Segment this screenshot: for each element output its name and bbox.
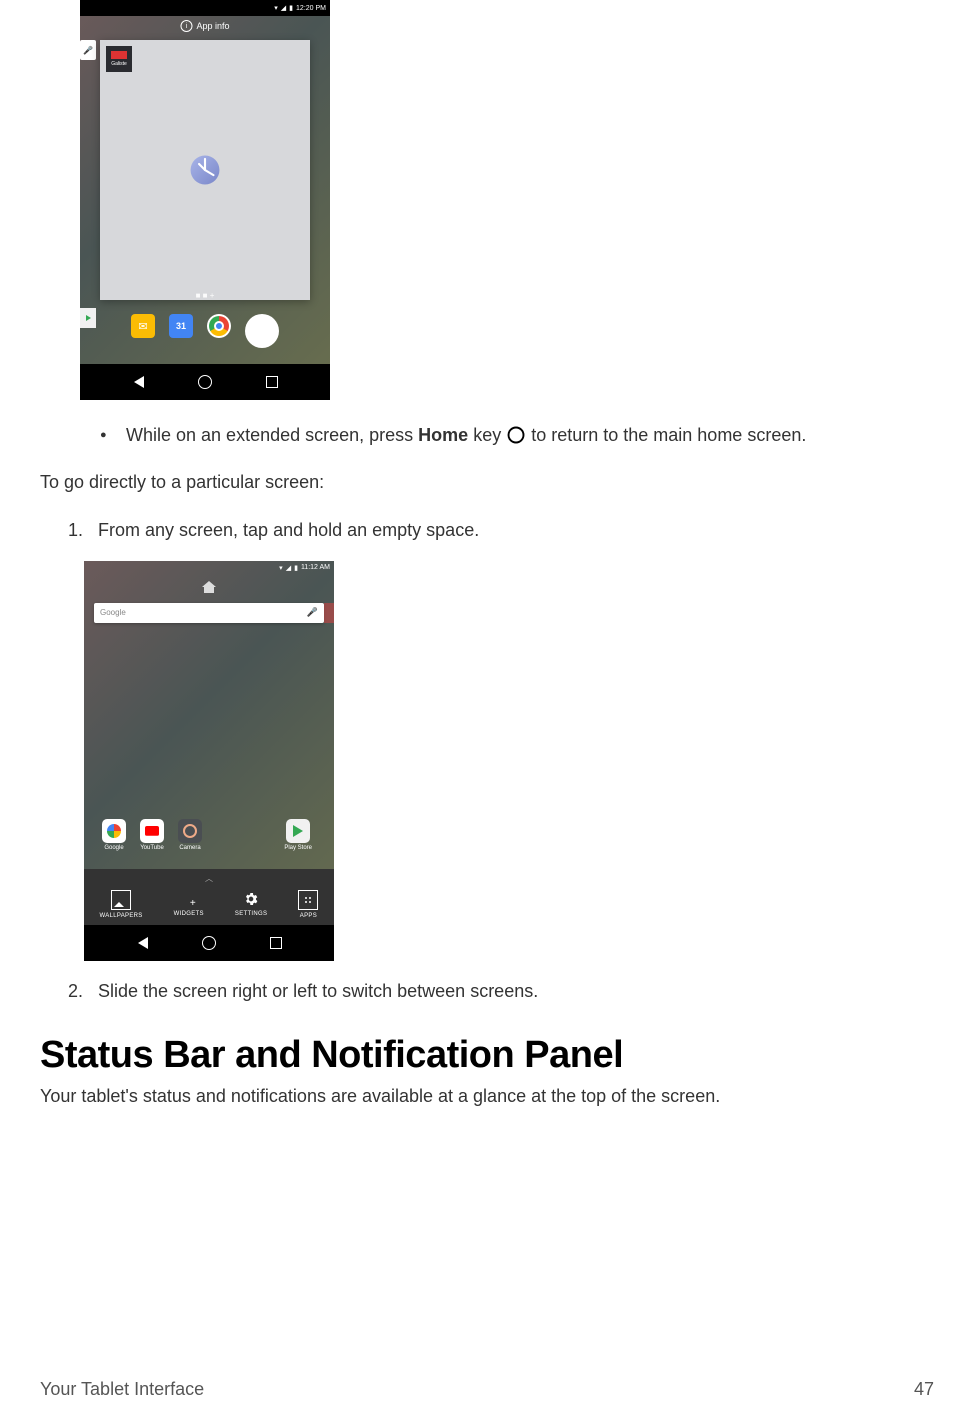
widget-label: Galiste bbox=[111, 61, 127, 67]
app-label: YouTube bbox=[140, 845, 164, 851]
steps-list-cont: Slide the screen right or left to switch… bbox=[88, 977, 934, 1006]
home-icon bbox=[197, 374, 213, 390]
search-bar: Google 🎤 bbox=[94, 603, 324, 623]
bullet-text-bold: Home bbox=[418, 425, 468, 445]
app-row: Google YouTube Camera Play Store bbox=[84, 819, 334, 851]
bullet-text-pre: While on an extended screen, press bbox=[126, 425, 418, 445]
option-label: APPS bbox=[300, 913, 317, 919]
page-number: 47 bbox=[914, 1379, 934, 1400]
status-time: 12:20 PM bbox=[296, 5, 326, 12]
step-1: From any screen, tap and hold an empty s… bbox=[88, 516, 934, 545]
app-info-pill: i App info bbox=[180, 20, 229, 32]
wifi-icon: ▾ bbox=[279, 564, 283, 572]
footer-title: Your Tablet Interface bbox=[40, 1379, 204, 1400]
mic-icon: 🎤 bbox=[80, 40, 96, 60]
calendar-icon: 31 bbox=[169, 314, 193, 338]
option-label: WALLPAPERS bbox=[100, 913, 143, 919]
play-store-icon bbox=[286, 819, 310, 843]
google-icon bbox=[102, 819, 126, 843]
mic-icon: 🎤 bbox=[307, 607, 318, 618]
back-icon bbox=[131, 374, 147, 390]
info-icon: i bbox=[180, 20, 192, 32]
home-shape-icon bbox=[202, 581, 216, 593]
nav-bar bbox=[84, 925, 334, 961]
clock-icon bbox=[188, 153, 222, 187]
chrome-icon bbox=[207, 314, 231, 338]
dock: ✉ 31 bbox=[80, 314, 330, 348]
battery-icon: ▮ bbox=[289, 4, 293, 12]
bullet-list: While on an extended screen, press Home … bbox=[100, 422, 934, 449]
camera-icon bbox=[178, 819, 202, 843]
option-label: SETTINGS bbox=[235, 911, 267, 917]
option-apps: APPS bbox=[298, 890, 318, 919]
app-camera: Camera bbox=[178, 819, 202, 851]
status-time: 11:12 AM bbox=[301, 564, 330, 571]
intro-paragraph: To go directly to a particular screen: bbox=[40, 469, 934, 496]
top-home-indicator bbox=[84, 581, 334, 593]
section-heading: Status Bar and Notification Panel bbox=[40, 1034, 934, 1077]
apps-icon bbox=[298, 890, 318, 910]
app-label: Google bbox=[104, 845, 123, 851]
page: ▾ ◢ ▮ 12:20 PM i App info 🎤 Galiste bbox=[0, 0, 974, 1420]
app-google: Google bbox=[102, 819, 126, 851]
apps-drawer-icon bbox=[245, 314, 279, 348]
option-widgets: WIDGETS bbox=[174, 890, 204, 919]
steps-list: From any screen, tap and hold an empty s… bbox=[88, 516, 934, 545]
home-icon bbox=[201, 935, 217, 951]
home-key-icon bbox=[506, 425, 526, 445]
news-widget: Galiste bbox=[106, 46, 132, 72]
handle-icon: ︿ bbox=[205, 873, 213, 884]
option-label: WIDGETS bbox=[174, 911, 204, 917]
recent-icon bbox=[268, 935, 284, 951]
wallpapers-icon bbox=[111, 890, 131, 910]
nav-bar bbox=[80, 364, 330, 400]
edit-bar: ︿ WALLPAPERS WIDGETS SETTINGS bbox=[84, 869, 334, 925]
youtube-icon bbox=[140, 819, 164, 843]
signal-icon: ◢ bbox=[281, 4, 286, 12]
side-peek bbox=[324, 603, 334, 623]
search-brand: Google bbox=[100, 608, 126, 617]
mail-icon: ✉ bbox=[131, 314, 155, 338]
app-info-label: App info bbox=[196, 21, 229, 31]
settings-icon bbox=[242, 890, 260, 908]
option-wallpapers: WALLPAPERS bbox=[100, 890, 143, 919]
screenshot-extended-home: ▾ ◢ ▮ 12:20 PM i App info 🎤 Galiste bbox=[80, 0, 330, 400]
status-bar: ▾ ◢ ▮ 12:20 PM bbox=[80, 0, 330, 16]
recent-icon bbox=[264, 374, 280, 390]
floating-panel: Galiste bbox=[100, 40, 310, 300]
screenshot-home-edit: ▾ ◢ ▮ 11:12 AM Google 🎤 Google YouTube bbox=[84, 561, 334, 961]
option-settings: SETTINGS bbox=[235, 890, 267, 919]
bullet-item: While on an extended screen, press Home … bbox=[100, 422, 934, 449]
bullet-text-post: to return to the main home screen. bbox=[526, 425, 806, 445]
back-icon bbox=[135, 935, 151, 951]
app-label: Camera bbox=[179, 845, 200, 851]
battery-icon: ▮ bbox=[294, 564, 298, 572]
app-label: Play Store bbox=[284, 845, 312, 851]
section-intro: Your tablet's status and notifications a… bbox=[40, 1083, 934, 1110]
bullet-text-mid: key bbox=[468, 425, 506, 445]
widgets-icon bbox=[180, 890, 198, 908]
status-bar: ▾ ◢ ▮ 11:12 AM bbox=[84, 561, 334, 575]
app-play-store: Play Store bbox=[284, 819, 312, 851]
wifi-icon: ▾ bbox=[274, 4, 278, 12]
left-strip: 🎤 bbox=[80, 40, 96, 328]
page-footer: Your Tablet Interface 47 bbox=[40, 1379, 934, 1400]
page-indicator: ■ ■ + bbox=[80, 291, 330, 300]
app-youtube: YouTube bbox=[140, 819, 164, 851]
step-2: Slide the screen right or left to switch… bbox=[88, 977, 934, 1006]
signal-icon: ◢ bbox=[286, 564, 291, 572]
